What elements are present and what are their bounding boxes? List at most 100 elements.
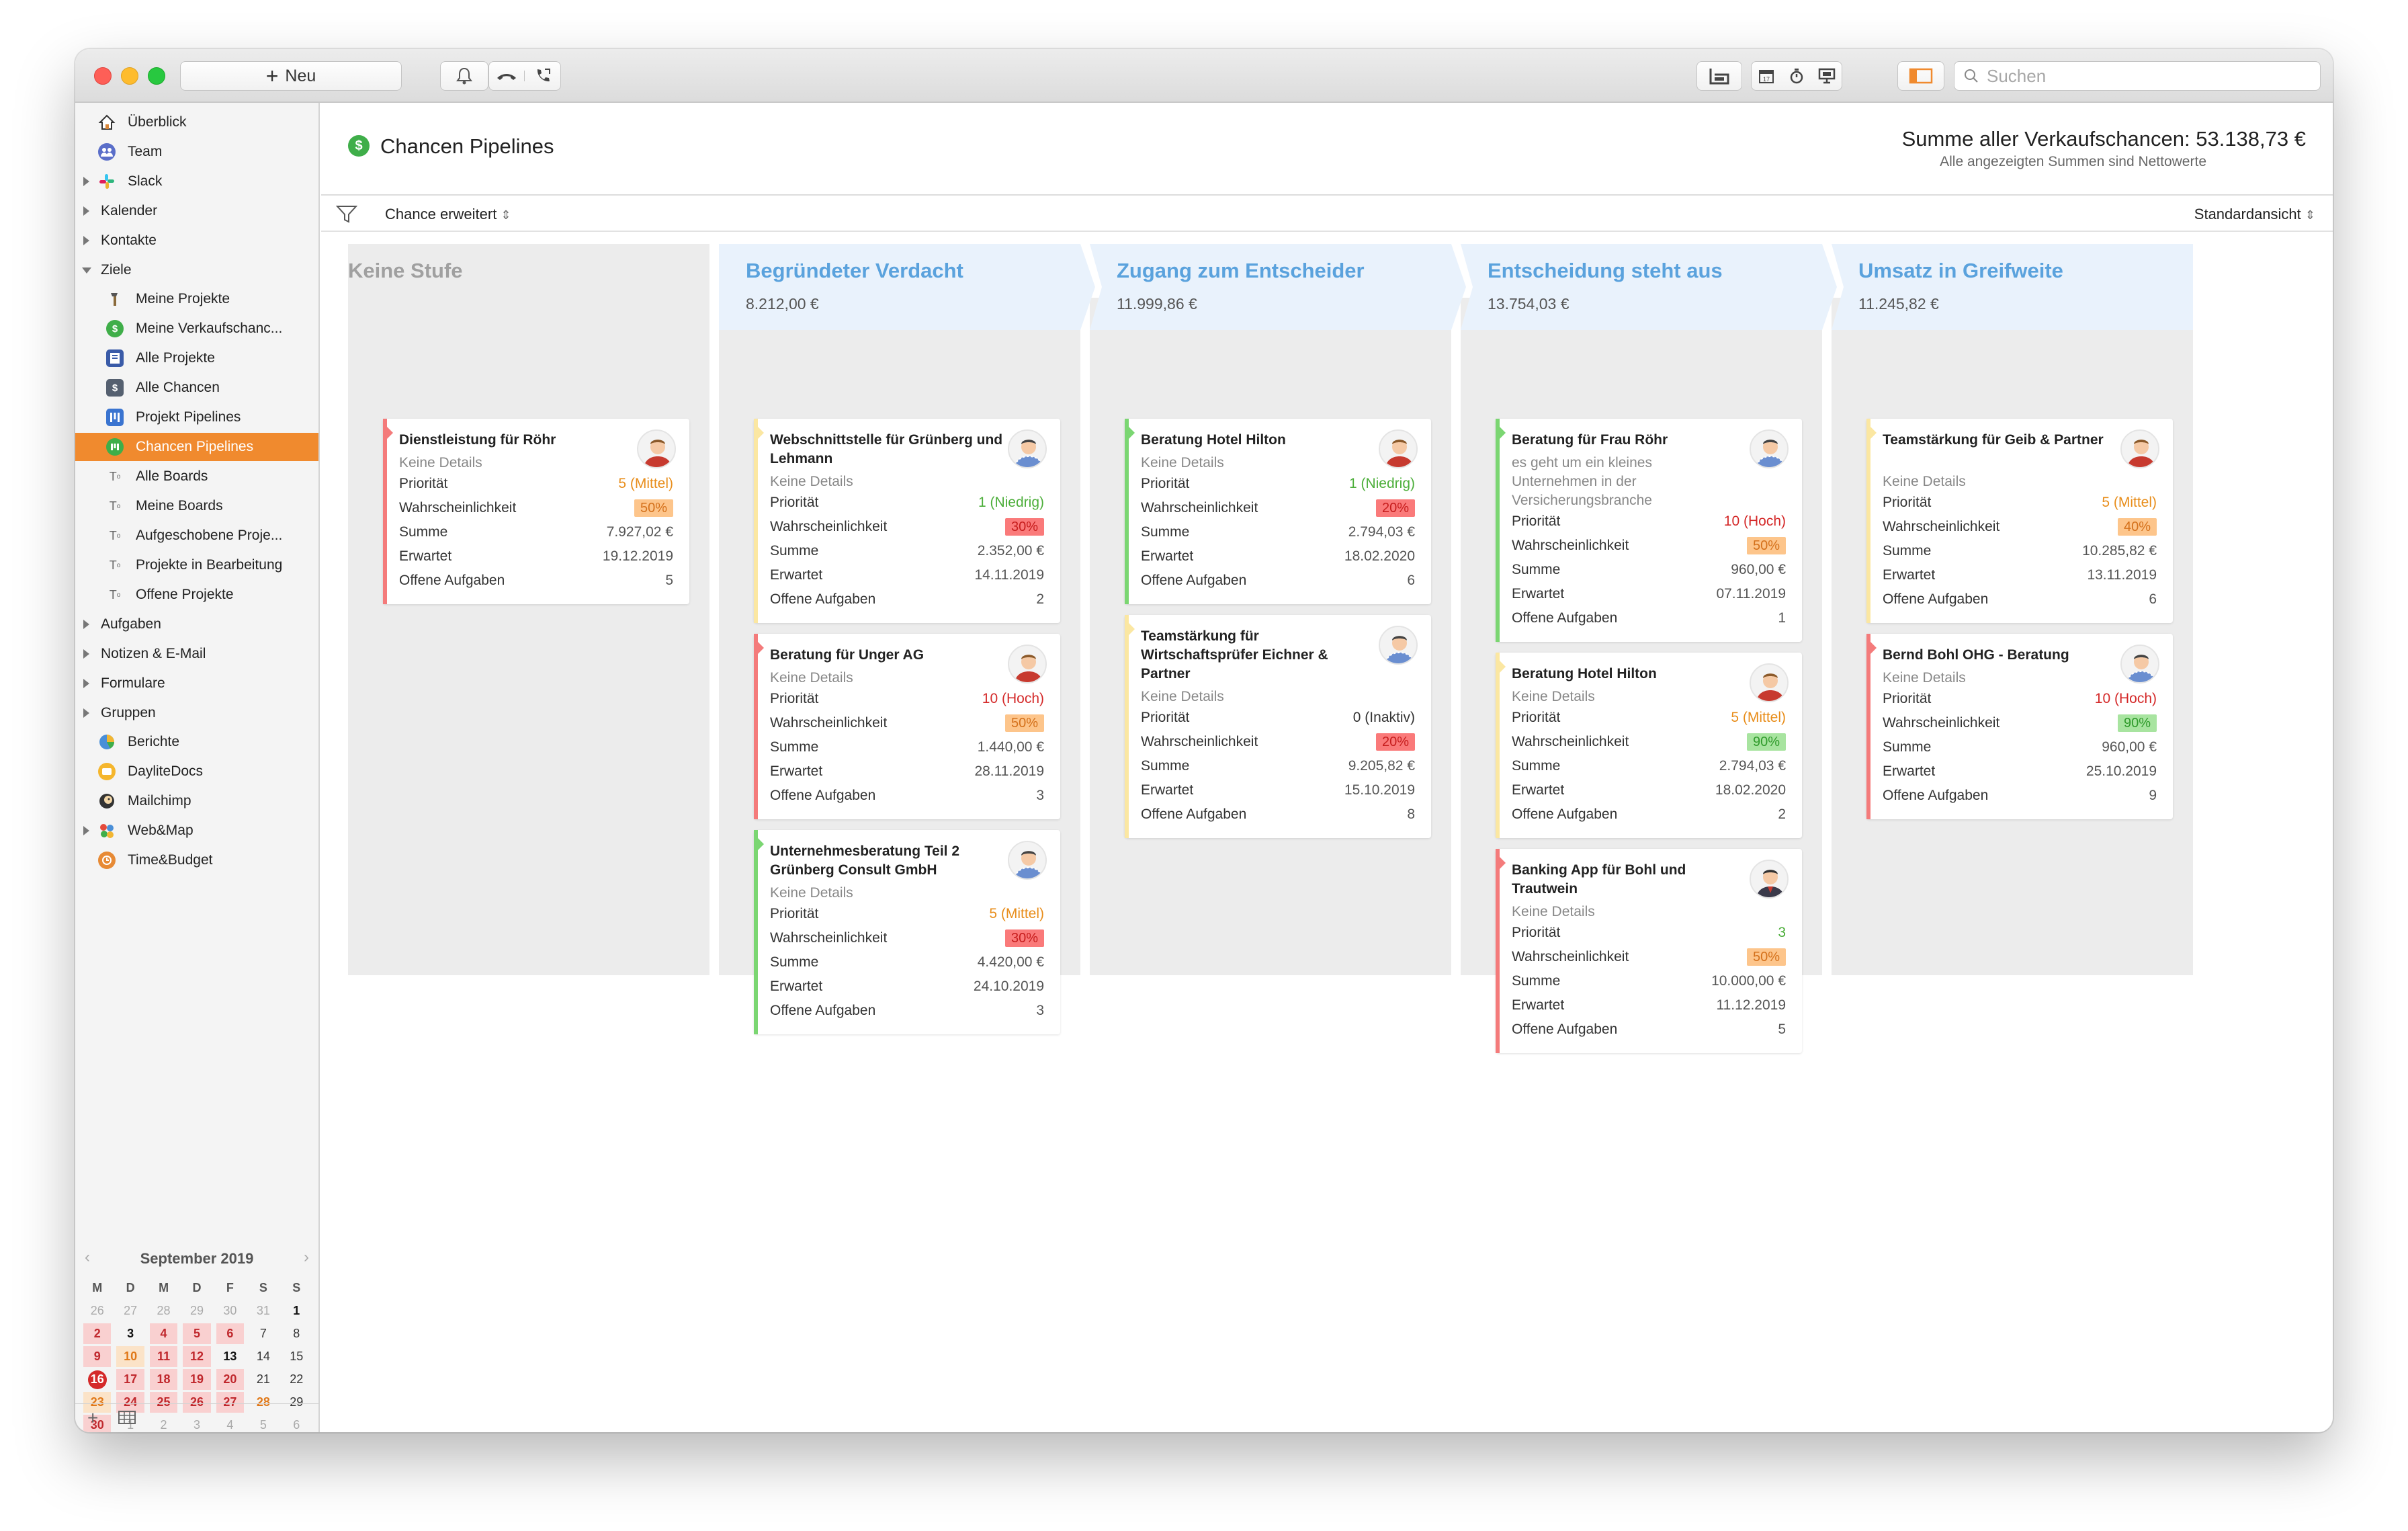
calendar-day[interactable]: 11 <box>149 1346 178 1367</box>
stage-header[interactable]: Begründeter Verdacht 8.212,00 € <box>719 244 1095 330</box>
calendar-day[interactable]: 19 <box>183 1369 211 1390</box>
sidebar-item-kontakte[interactable]: Kontakte <box>75 226 318 255</box>
calendar-day[interactable]: 5 <box>183 1323 211 1344</box>
add-icon[interactable]: + <box>87 1407 98 1429</box>
new-button[interactable]: + Neu <box>180 61 402 91</box>
search-field[interactable]: Suchen <box>1954 61 2321 91</box>
disclosure-icon[interactable] <box>83 236 89 245</box>
sidebar-item-gruppen[interactable]: Gruppen <box>75 699 318 727</box>
disclosure-icon[interactable] <box>83 177 89 186</box>
disclosure-icon[interactable] <box>83 649 89 659</box>
opportunity-card[interactable]: Webschnittstelle für Grünberg und Lehman… <box>754 419 1060 623</box>
sidebar-item-slack[interactable]: Slack <box>75 167 318 196</box>
calendar-day-today[interactable]: 16 <box>81 1369 114 1390</box>
notifications-button[interactable] <box>440 61 488 91</box>
calendar-day[interactable]: 1 <box>280 1300 313 1321</box>
sidebar-item-offene-projekte[interactable]: To Offene Projekte <box>75 581 318 609</box>
calendar-day[interactable]: 8 <box>280 1323 313 1344</box>
disclosure-icon[interactable] <box>83 826 89 835</box>
calendar-day[interactable]: 31 <box>247 1300 280 1321</box>
sidebar-toggle-button[interactable] <box>1897 61 1944 91</box>
sidebar-item-meine-boards[interactable]: To Meine Boards <box>75 492 318 520</box>
calendar-day[interactable]: 10 <box>116 1346 144 1367</box>
calendar-day[interactable]: 27 <box>114 1300 146 1321</box>
sidebar-item-meine-projekte[interactable]: Meine Projekte <box>75 285 318 313</box>
sidebar-item-projekte-in-bearbeitung[interactable]: To Projekte in Bearbeitung <box>75 551 318 579</box>
calendar-day[interactable]: 15 <box>280 1346 313 1367</box>
close-window-button[interactable] <box>94 67 112 85</box>
filter-icon[interactable] <box>335 205 358 227</box>
calendar-icon[interactable]: 17 <box>1752 68 1782 84</box>
opportunity-card[interactable]: Teamstärkung für Geib & Partner Keine De… <box>1866 419 2173 623</box>
daylite-button[interactable] <box>1696 61 1742 91</box>
calendar-day[interactable]: 20 <box>216 1369 245 1390</box>
disclosure-icon[interactable] <box>83 679 89 688</box>
sidebar-item-team[interactable]: Team <box>75 138 318 166</box>
calendar-day[interactable]: 2 <box>83 1323 112 1344</box>
previous-month-icon[interactable]: ‹ <box>85 1248 90 1267</box>
calendar-day[interactable]: 21 <box>247 1369 280 1390</box>
opportunity-card[interactable]: Banking App für Bohl und Trautwein Keine… <box>1496 849 1802 1053</box>
stage-header[interactable]: Umsatz in Greifweite 11.245,82 € <box>1832 244 2193 330</box>
calendar-day[interactable]: 26 <box>81 1300 114 1321</box>
calendar-day[interactable]: 3 <box>114 1323 146 1344</box>
sidebar-item-daylitedocs[interactable]: DayliteDocs <box>75 757 318 786</box>
calendar-day[interactable]: 28 <box>147 1300 180 1321</box>
hangup-icon[interactable] <box>489 71 525 81</box>
stage-header[interactable]: Entscheidung steht aus 13.754,03 € <box>1461 244 1837 330</box>
calendar-day[interactable]: 13 <box>214 1346 247 1367</box>
opportunity-card[interactable]: Beratung Hotel Hilton Keine Details Prio… <box>1125 419 1431 604</box>
opportunity-card[interactable]: Beratung Hotel Hilton Keine Details Prio… <box>1496 653 1802 838</box>
calendar-day[interactable]: 7 <box>247 1323 280 1344</box>
opportunity-card[interactable]: Beratung für Frau Röhr es geht um ein kl… <box>1496 419 1802 642</box>
table-view-icon[interactable] <box>118 1407 136 1429</box>
calendar-day[interactable]: 22 <box>280 1369 313 1390</box>
disclosure-icon[interactable] <box>83 620 89 629</box>
tasks-label: Offene Aufgaben <box>1141 573 1247 588</box>
opportunity-card[interactable]: Bernd Bohl OHG - Beratung Keine Details … <box>1866 634 2173 819</box>
calendar-day[interactable]: 12 <box>183 1346 211 1367</box>
call-icon[interactable] <box>525 67 560 85</box>
sidebar-item-ziele[interactable]: Ziele <box>75 256 318 284</box>
next-month-icon[interactable]: › <box>304 1248 309 1267</box>
opportunity-card[interactable]: Beratung für Unger AG Keine Details Prio… <box>754 634 1060 819</box>
sidebar-item-alle-boards[interactable]: To Alle Boards <box>75 462 318 491</box>
opportunity-card[interactable]: Unternehmesberatung Teil 2 Grünberg Cons… <box>754 830 1060 1034</box>
sidebar-item-notizen[interactable]: Notizen & E-Mail <box>75 640 318 668</box>
calendar-day[interactable]: 18 <box>149 1369 178 1390</box>
sidebar-item-mailchimp[interactable]: Mailchimp <box>75 787 318 815</box>
disclosure-icon[interactable] <box>83 206 89 216</box>
stage-header[interactable]: Zugang zum Entscheider 11.999,86 € <box>1090 244 1466 330</box>
filter-select[interactable]: Chance erweitert ⇕ <box>385 206 511 223</box>
present-icon[interactable] <box>1811 68 1842 84</box>
sidebar-item-projekt-pipelines[interactable]: Projekt Pipelines <box>75 403 318 431</box>
sidebar-item-kalender[interactable]: Kalender <box>75 197 318 225</box>
calendar-day[interactable]: 29 <box>180 1300 213 1321</box>
calendar-day[interactable]: 30 <box>214 1300 247 1321</box>
maximize-window-button[interactable] <box>148 67 165 85</box>
sidebar-item-time-budget[interactable]: Time&Budget <box>75 846 318 874</box>
calendar-day[interactable]: 9 <box>83 1346 112 1367</box>
sidebar-item-aufgeschobene-projekte[interactable]: To Aufgeschobene Proje... <box>75 522 318 550</box>
calendar-day[interactable]: 6 <box>216 1323 245 1344</box>
sidebar-item-berichte[interactable]: Berichte <box>75 728 318 756</box>
sidebar-item-ueberblick[interactable]: Überblick <box>75 108 318 136</box>
disclosure-open-icon[interactable] <box>82 267 91 274</box>
sidebar-item-alle-chancen[interactable]: $ Alle Chancen <box>75 374 318 402</box>
calendar-day[interactable]: 14 <box>247 1346 280 1367</box>
calendar-day[interactable]: 17 <box>116 1369 144 1390</box>
timer-icon[interactable] <box>1782 67 1812 85</box>
sidebar-item-aufgaben[interactable]: Aufgaben <box>75 610 318 638</box>
sidebar-item-meine-verkaufschancen[interactable]: $ Meine Verkaufschanc... <box>75 315 318 343</box>
sidebar-item-chancen-pipelines[interactable]: Chancen Pipelines <box>75 433 318 461</box>
sidebar-item-formulare[interactable]: Formulare <box>75 669 318 698</box>
opportunity-card[interactable]: Teamstärkung für Wirtschaftsprüfer Eichn… <box>1125 615 1431 838</box>
disclosure-icon[interactable] <box>83 708 89 718</box>
opportunity-card[interactable]: Dienstleistung für Röhr Keine Details Pr… <box>383 419 689 604</box>
minimize-window-button[interactable] <box>121 67 138 85</box>
sidebar-item-web-map[interactable]: Web&Map <box>75 817 318 845</box>
view-select[interactable]: Standardansicht ⇕ <box>2194 206 2315 223</box>
calendar-day[interactable]: 4 <box>149 1323 178 1344</box>
sidebar-item-alle-projekte[interactable]: Alle Projekte <box>75 344 318 372</box>
priority-row: Priorität 10 (Hoch) <box>770 689 1044 709</box>
